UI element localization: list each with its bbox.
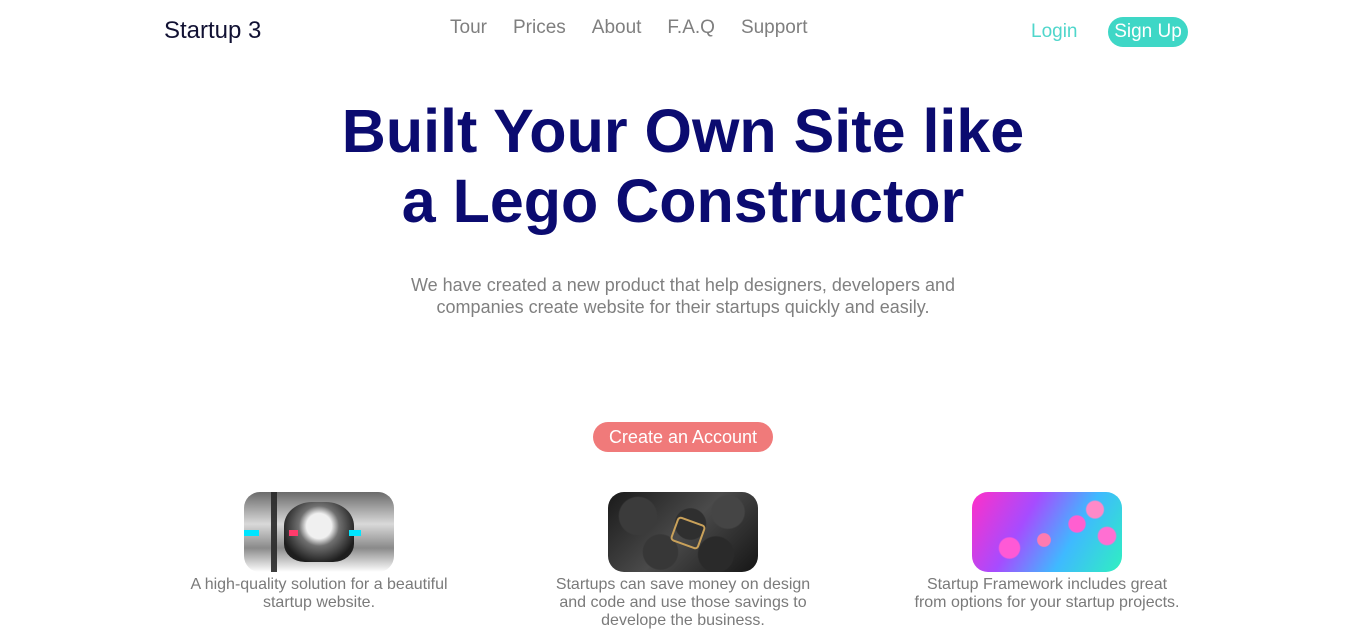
feature-card-quality: A high-quality solution for a beautiful … bbox=[184, 492, 454, 612]
feature-caption: A high-quality solution for a beautiful … bbox=[190, 576, 448, 611]
brand-logo[interactable]: Startup 3 bbox=[164, 17, 261, 45]
feature-card-options: Startup Framework includes great from op… bbox=[912, 492, 1182, 612]
feature-caption: Startups can save money on design and co… bbox=[555, 576, 811, 629]
nav-support[interactable]: Support bbox=[741, 17, 808, 39]
login-link[interactable]: Login bbox=[1031, 21, 1078, 43]
nav-prices[interactable]: Prices bbox=[513, 17, 566, 39]
nav-about[interactable]: About bbox=[592, 17, 642, 39]
hero-subtitle: We have created a new product that help … bbox=[410, 275, 956, 317]
nav-faq[interactable]: F.A.Q bbox=[667, 17, 715, 39]
hero-title-line1: Built Your Own Site like bbox=[341, 97, 1025, 165]
nav-tour[interactable]: Tour bbox=[450, 17, 487, 39]
hero-title: Built Your Own Site like a Lego Construc… bbox=[283, 96, 1083, 236]
feature-card-savings: Startups can save money on design and co… bbox=[548, 492, 818, 630]
feature-caption: Startup Framework includes great from op… bbox=[914, 576, 1180, 611]
main-nav: Tour Prices About F.A.Q Support bbox=[450, 17, 833, 39]
signup-button[interactable]: Sign Up bbox=[1108, 17, 1188, 47]
feature-image-colorful-balloons bbox=[972, 492, 1122, 572]
feature-image-dark-shapes bbox=[608, 492, 758, 572]
hero-title-line2: a Lego Constructor bbox=[401, 167, 965, 235]
create-account-button[interactable]: Create an Account bbox=[593, 422, 773, 452]
feature-image-glitch-portrait bbox=[244, 492, 394, 572]
